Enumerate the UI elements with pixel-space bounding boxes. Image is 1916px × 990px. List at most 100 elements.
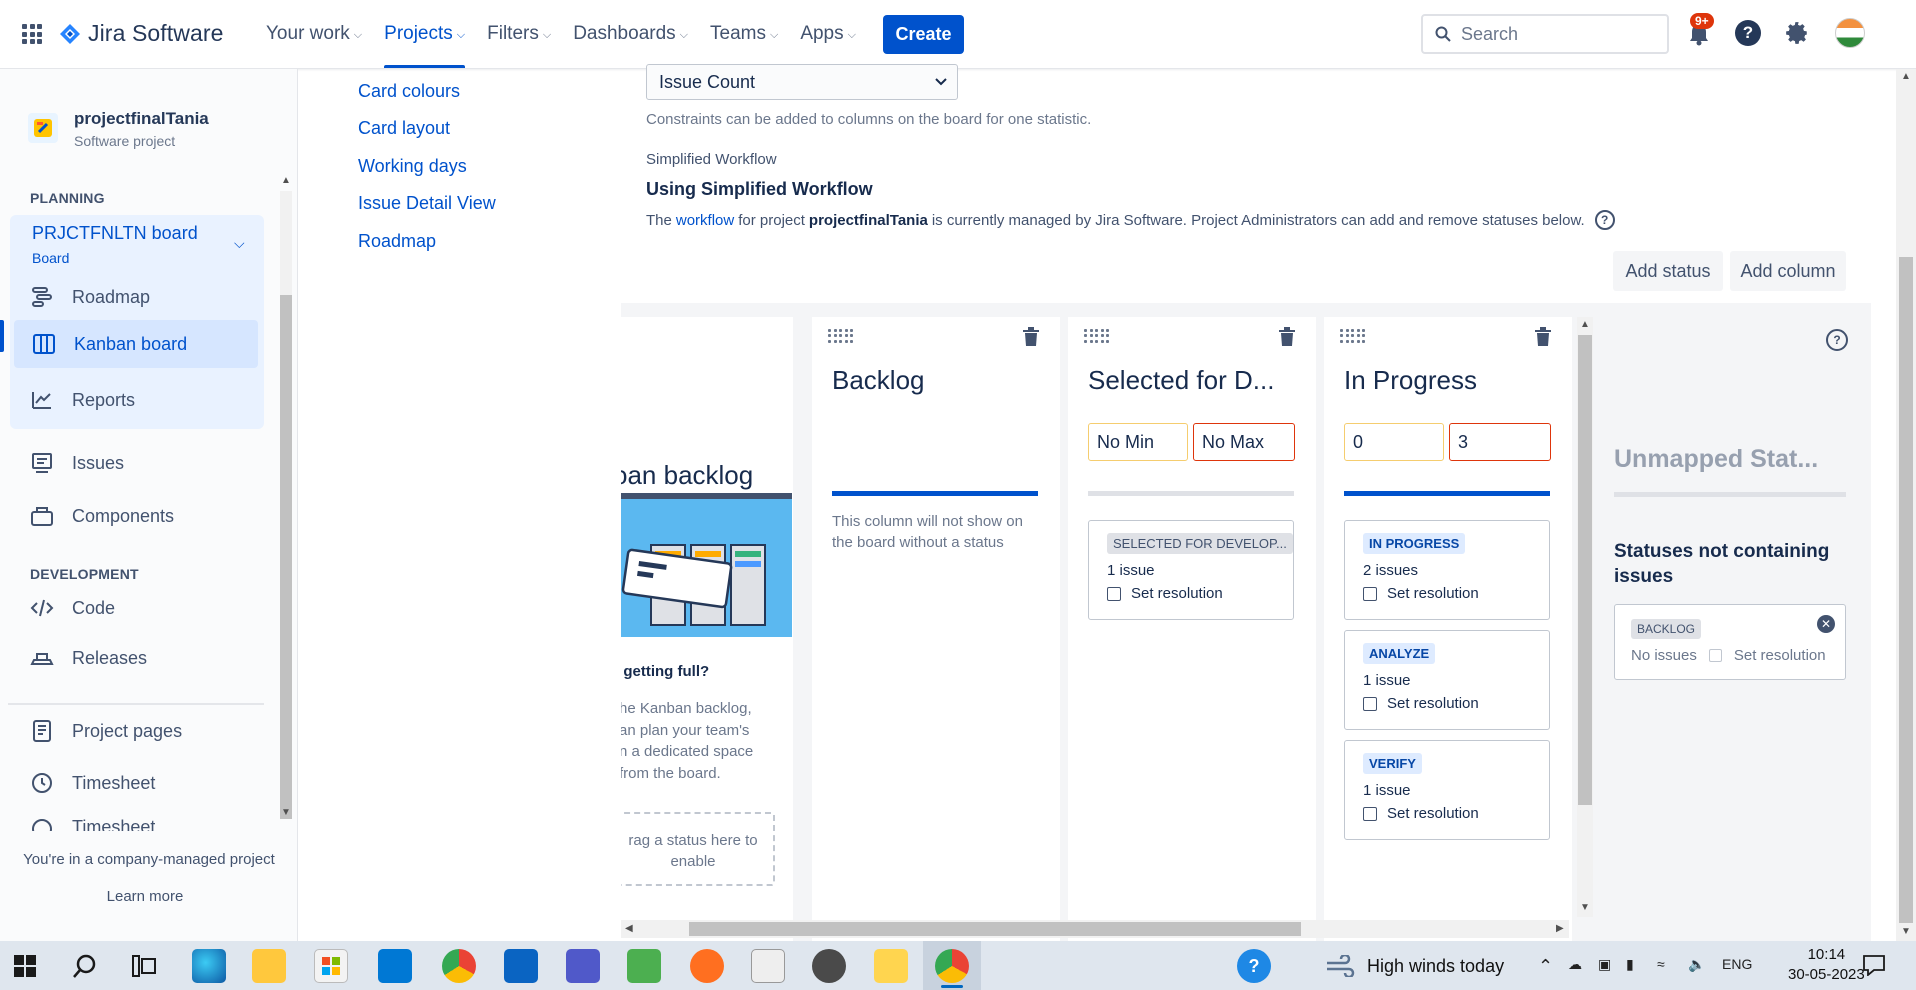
- status-card[interactable]: IN PROGRESS 2 issues Set resolution: [1344, 520, 1550, 620]
- learn-more-link[interactable]: Learn more: [0, 888, 290, 905]
- scroll-down-icon[interactable]: ▼: [1580, 902, 1590, 913]
- settings-link-issue-detail-view[interactable]: Issue Detail View: [358, 193, 496, 214]
- status-card[interactable]: SELECTED FOR DEVELOP... 1 issue Set reso…: [1088, 520, 1294, 620]
- column-title[interactable]: Selected for D...: [1088, 365, 1274, 396]
- jira-logo[interactable]: Jira Software: [60, 20, 224, 47]
- status-card[interactable]: ANALYZE 1 issue Set resolution: [1344, 630, 1550, 730]
- column-min-input[interactable]: 0: [1344, 423, 1444, 461]
- battery-icon[interactable]: ▮: [1626, 956, 1634, 973]
- nav-apps[interactable]: Apps ⌵: [800, 0, 856, 68]
- sidebar-item-components[interactable]: Components: [30, 504, 174, 528]
- board-horizontal-scrollbar[interactable]: ◀ ▶: [621, 920, 1569, 938]
- resolution-checkbox[interactable]: [1363, 806, 1377, 821]
- chrome-icon[interactable]: [442, 949, 476, 983]
- trash-icon[interactable]: [1534, 327, 1552, 347]
- scroll-down-icon[interactable]: ▼: [1901, 926, 1911, 937]
- column-title[interactable]: In Progress: [1344, 365, 1477, 396]
- unmapped-status-card[interactable]: BACKLOG ✕ No issues Set resolution: [1614, 604, 1846, 680]
- search-input[interactable]: Search: [1421, 14, 1669, 54]
- sidebar-item-issues[interactable]: Issues: [30, 451, 124, 475]
- store-icon[interactable]: [314, 949, 348, 983]
- sidebar-item-code[interactable]: Code: [30, 596, 115, 620]
- workflow-link[interactable]: workflow: [676, 212, 734, 229]
- resolution-checkbox[interactable]: [1363, 696, 1377, 711]
- status-card[interactable]: VERIFY 1 issue Set resolution: [1344, 740, 1550, 840]
- onedrive-icon[interactable]: ☁: [1568, 956, 1582, 973]
- nav-projects[interactable]: Projects ⌵: [384, 0, 465, 68]
- clock[interactable]: 10:14 30-05-2023: [1788, 945, 1865, 985]
- settings-link-card-layout[interactable]: Card layout: [358, 118, 450, 139]
- app-switcher-icon[interactable]: [22, 24, 42, 44]
- weather-widget[interactable]: High winds today: [1325, 955, 1504, 977]
- volume-icon[interactable]: 🔈: [1688, 956, 1705, 973]
- notepad-icon[interactable]: [627, 949, 661, 983]
- search-icon[interactable]: [72, 953, 98, 979]
- trash-icon[interactable]: [1278, 327, 1296, 347]
- board-vertical-scrollbar[interactable]: ▲ ▼: [1577, 317, 1593, 917]
- add-status-button[interactable]: Add status: [1613, 251, 1723, 291]
- sidebar-item-timesheet-2[interactable]: Timesheet: [30, 817, 155, 831]
- enable-backlog-dropzone[interactable]: rag a status here to enable: [621, 812, 775, 886]
- sidebar-scrollbar[interactable]: ▲ ▼: [278, 173, 292, 821]
- sidebar-item-project-pages[interactable]: Project pages: [30, 719, 182, 743]
- column-title[interactable]: Backlog: [832, 365, 925, 396]
- board-title[interactable]: PRJCTFNLTN board: [32, 223, 198, 244]
- gear-icon[interactable]: [1784, 20, 1810, 46]
- chevron-up-icon[interactable]: ⌃: [1538, 956, 1553, 977]
- resolution-checkbox[interactable]: [1363, 586, 1377, 601]
- snip-icon[interactable]: [874, 949, 908, 983]
- column-min-input[interactable]: No Min: [1088, 423, 1188, 461]
- help-icon[interactable]: ?: [1594, 210, 1615, 230]
- settings-link-working-days[interactable]: Working days: [358, 156, 467, 177]
- page-scrollbar[interactable]: ▲ ▼: [1896, 69, 1916, 941]
- drag-handle-icon[interactable]: [1340, 329, 1366, 343]
- sidebar-item-reports[interactable]: Reports: [30, 388, 135, 412]
- drag-handle-icon[interactable]: [828, 329, 854, 343]
- settings-link-roadmap[interactable]: Roadmap: [358, 231, 436, 252]
- scroll-right-icon[interactable]: ▶: [1556, 923, 1564, 934]
- app-icon[interactable]: [690, 949, 724, 983]
- nav-your-work[interactable]: Your work ⌵: [266, 0, 362, 68]
- sidebar-item-roadmap[interactable]: Roadmap: [30, 285, 150, 309]
- nav-dashboards[interactable]: Dashboards ⌵: [573, 0, 688, 68]
- help-icon[interactable]: ?: [1826, 329, 1848, 351]
- mail-icon[interactable]: [378, 949, 412, 983]
- device-icon[interactable]: ▣: [1598, 956, 1611, 973]
- add-column-button[interactable]: Add column: [1730, 251, 1846, 291]
- drag-handle-icon[interactable]: [1084, 329, 1110, 343]
- settings-link-card-colours[interactable]: Card colours: [358, 81, 460, 102]
- sidebar-item-kanban-board[interactable]: Kanban board: [14, 320, 258, 368]
- column-max-input[interactable]: 3: [1449, 423, 1551, 461]
- column-constraint-select[interactable]: Issue Count: [646, 64, 958, 100]
- sidebar-item-timesheet[interactable]: Timesheet: [30, 771, 155, 795]
- scroll-up-icon[interactable]: ▲: [1901, 71, 1911, 82]
- windows-start-icon[interactable]: [14, 955, 36, 977]
- close-icon[interactable]: ✕: [1817, 615, 1835, 633]
- project-header[interactable]: projectfinalTania Software project: [28, 109, 209, 149]
- outlook-icon[interactable]: [504, 949, 538, 983]
- language-indicator[interactable]: ENG: [1722, 956, 1752, 972]
- trash-icon[interactable]: [1022, 327, 1040, 347]
- settings-app-icon[interactable]: [812, 949, 846, 983]
- wifi-icon[interactable]: ≈: [1657, 956, 1665, 972]
- help-app-icon[interactable]: ?: [1237, 949, 1271, 983]
- task-view-icon[interactable]: [132, 955, 156, 977]
- scroll-up-icon[interactable]: ▲: [281, 175, 291, 186]
- scroll-left-icon[interactable]: ◀: [625, 923, 633, 934]
- help-icon[interactable]: ?: [1735, 20, 1761, 46]
- file-explorer-icon[interactable]: [252, 949, 286, 983]
- paint-icon[interactable]: [751, 949, 785, 983]
- scroll-up-icon[interactable]: ▲: [1580, 319, 1590, 330]
- nav-teams[interactable]: Teams ⌵: [710, 0, 778, 68]
- nav-filters[interactable]: Filters ⌵: [487, 0, 551, 68]
- chevron-down-icon[interactable]: ⌵: [234, 235, 245, 252]
- scroll-down-icon[interactable]: ▼: [281, 807, 291, 818]
- create-button[interactable]: Create: [883, 15, 964, 54]
- user-avatar[interactable]: [1835, 18, 1865, 48]
- notifications-center-icon[interactable]: [1862, 954, 1886, 976]
- sidebar-item-releases[interactable]: Releases: [30, 646, 147, 670]
- column-max-input[interactable]: No Max: [1193, 423, 1295, 461]
- chrome-icon-active[interactable]: [935, 949, 969, 983]
- resolution-checkbox[interactable]: [1107, 586, 1121, 601]
- edge-browser-icon[interactable]: [192, 949, 226, 983]
